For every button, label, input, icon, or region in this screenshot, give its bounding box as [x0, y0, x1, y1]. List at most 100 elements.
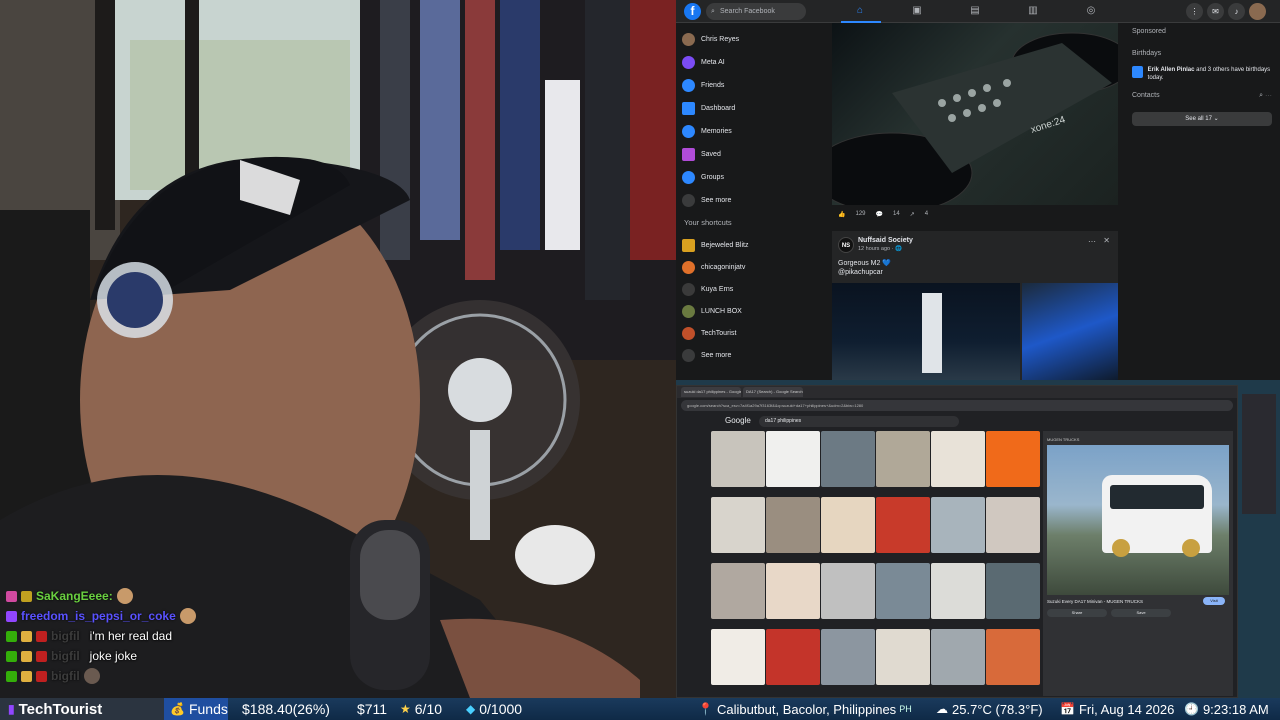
- post-actions: 👍 129 💬 14 ↗ 4: [832, 205, 1118, 223]
- browser-tab[interactable]: suzuki da17 philippines - Google Search: [681, 387, 741, 397]
- sidebar-item-dashboard[interactable]: Dashboard: [682, 97, 822, 120]
- post-author[interactable]: Nuffsaid Society: [858, 237, 913, 244]
- chat-username[interactable]: bigfil: [51, 649, 80, 663]
- shortcut-label: chicagoninjatv: [701, 263, 746, 271]
- comment-icon[interactable]: 💬: [876, 211, 883, 218]
- search-input[interactable]: ⌕ Search Facebook: [706, 3, 806, 20]
- funds-label: Funds: [188, 701, 228, 717]
- image-result-tile[interactable]: [876, 563, 930, 619]
- image-result-tile[interactable]: [876, 629, 930, 685]
- post-image-dj-mixer[interactable]: xone:24: [832, 23, 1118, 205]
- search-icon[interactable]: ⌕: [1259, 92, 1263, 99]
- image-result-tile[interactable]: [711, 431, 765, 487]
- image-result-tile[interactable]: [821, 629, 875, 685]
- sidebar-see-more[interactable]: See more: [682, 189, 822, 212]
- shortcuts-see-more[interactable]: See more: [682, 344, 822, 366]
- shortcut-item[interactable]: LUNCH BOX: [682, 300, 822, 322]
- sidebar-item-saved[interactable]: Saved: [682, 143, 822, 166]
- chat-username[interactable]: bigfil: [51, 669, 80, 683]
- page-avatar-icon: [682, 260, 695, 274]
- image-result-tile[interactable]: [711, 563, 765, 619]
- image-result-tile[interactable]: [876, 497, 930, 553]
- chevron-down-icon: [682, 194, 695, 207]
- post-image-car[interactable]: [1022, 283, 1118, 380]
- image-result-tile[interactable]: [931, 431, 985, 487]
- sidebar-item-friends[interactable]: Friends: [682, 74, 822, 97]
- shortcut-item[interactable]: chicagoninjatv: [682, 256, 822, 278]
- image-results-grid: [711, 431, 1041, 696]
- image-preview-panel: MUGEN TRUCKS Suzuki Every DA17 Minivan -…: [1043, 431, 1233, 696]
- browser-tab[interactable]: DA17 (Search) - Google Search: [743, 387, 803, 397]
- sidebar-item-groups[interactable]: Groups: [682, 166, 822, 189]
- image-result-tile[interactable]: [931, 629, 985, 685]
- shortcut-item[interactable]: Bejeweled Blitz: [682, 234, 822, 256]
- image-result-tile[interactable]: [931, 563, 985, 619]
- money-bag-icon: 💰: [170, 702, 185, 716]
- image-result-tile[interactable]: [986, 497, 1040, 553]
- search-input[interactable]: da17 philippines: [759, 416, 959, 427]
- sidebar-item-label: Dashboard: [701, 105, 736, 112]
- chat-username[interactable]: SaKangEeee:: [36, 589, 113, 603]
- chat-username[interactable]: freedom_is_pepsi_or_coke: [21, 609, 176, 623]
- facebook-logo-icon[interactable]: f: [684, 3, 701, 20]
- image-result-tile[interactable]: [876, 431, 930, 487]
- reels-icon[interactable]: ▣: [910, 4, 924, 18]
- see-all-contacts-button[interactable]: See all 17 ⌄: [1132, 112, 1272, 126]
- image-result-tile[interactable]: [986, 629, 1040, 685]
- image-result-tile[interactable]: [711, 497, 765, 553]
- groups-tab-icon[interactable]: ▥: [1026, 4, 1040, 18]
- post-image-parking[interactable]: [832, 283, 1020, 380]
- sidebar-item-meta-ai[interactable]: Meta AI: [682, 51, 822, 74]
- van-shape: [1102, 475, 1212, 557]
- messenger-icon[interactable]: ✉: [1207, 3, 1224, 20]
- bejeweled-icon: [682, 238, 695, 252]
- google-logo[interactable]: Google: [725, 416, 751, 425]
- visit-button[interactable]: Visit: [1203, 597, 1225, 605]
- stream-overlay: SaKangEeee: freedom_is_pepsi_or_coke big…: [0, 0, 1280, 720]
- chat-message: SaKangEeee:: [6, 586, 326, 606]
- sub-badge-icon: [21, 590, 32, 602]
- goal-segment: ★ 6/10: [400, 698, 466, 720]
- close-icon[interactable]: ✕: [1103, 236, 1110, 245]
- post-text: Gorgeous M2 💙 @pikachupcar: [838, 259, 891, 277]
- share-button[interactable]: Share: [1047, 609, 1107, 617]
- more-options-icon[interactable]: ⋯: [1265, 92, 1272, 99]
- preview-image[interactable]: [1047, 445, 1229, 595]
- pillar-shape: [922, 293, 942, 373]
- image-result-tile[interactable]: [821, 497, 875, 553]
- image-result-tile[interactable]: [821, 563, 875, 619]
- memories-icon: [682, 125, 695, 138]
- shortcut-label: Kuya Erns: [701, 285, 734, 293]
- sidebar-item-memories[interactable]: Memories: [682, 120, 822, 143]
- image-result-tile[interactable]: [711, 629, 765, 685]
- date-segment: 📅 Fri, Aug 14 2026: [1060, 698, 1174, 720]
- gaming-icon[interactable]: ◎: [1084, 4, 1098, 18]
- profile-avatar[interactable]: [1249, 3, 1266, 20]
- image-result-tile[interactable]: [986, 563, 1040, 619]
- sidebar-item-label: See more: [701, 197, 732, 204]
- birthday-notice[interactable]: Erik Allen Pinlac and 3 others have birt…: [1132, 66, 1272, 82]
- marketplace-icon[interactable]: ▤: [968, 4, 982, 18]
- save-button[interactable]: Save: [1111, 609, 1171, 617]
- image-result-tile[interactable]: [766, 629, 820, 685]
- chat-username[interactable]: bigfil: [51, 629, 80, 643]
- shortcut-item[interactable]: TechTourist: [682, 322, 822, 344]
- shortcut-item[interactable]: Kuya Erns: [682, 278, 822, 300]
- image-result-tile[interactable]: [766, 563, 820, 619]
- image-result-tile[interactable]: [766, 497, 820, 553]
- page-avatar[interactable]: NS: [838, 237, 854, 253]
- preview-title[interactable]: Suzuki Every DA17 Minivan - MUGEN TRUCKS: [1047, 599, 1143, 604]
- image-result-tile[interactable]: [821, 431, 875, 487]
- image-result-tile[interactable]: [986, 431, 1040, 487]
- notifications-icon[interactable]: ♪: [1228, 3, 1245, 20]
- image-result-tile[interactable]: [931, 497, 985, 553]
- share-icon[interactable]: ↗: [910, 211, 915, 218]
- image-result-tile[interactable]: [766, 431, 820, 487]
- like-icon[interactable]: 👍: [838, 211, 845, 218]
- address-bar[interactable]: google.com/search?sca_esv=7a4f1a29a7f316…: [681, 400, 1233, 411]
- sidebar-item-profile[interactable]: Chris Reyes: [682, 28, 822, 51]
- home-icon[interactable]: ⌂: [853, 4, 867, 18]
- menu-grid-icon[interactable]: ⋮: [1186, 3, 1203, 20]
- more-options-icon[interactable]: ⋯: [1088, 237, 1096, 246]
- preview-source[interactable]: MUGEN TRUCKS: [1047, 437, 1079, 442]
